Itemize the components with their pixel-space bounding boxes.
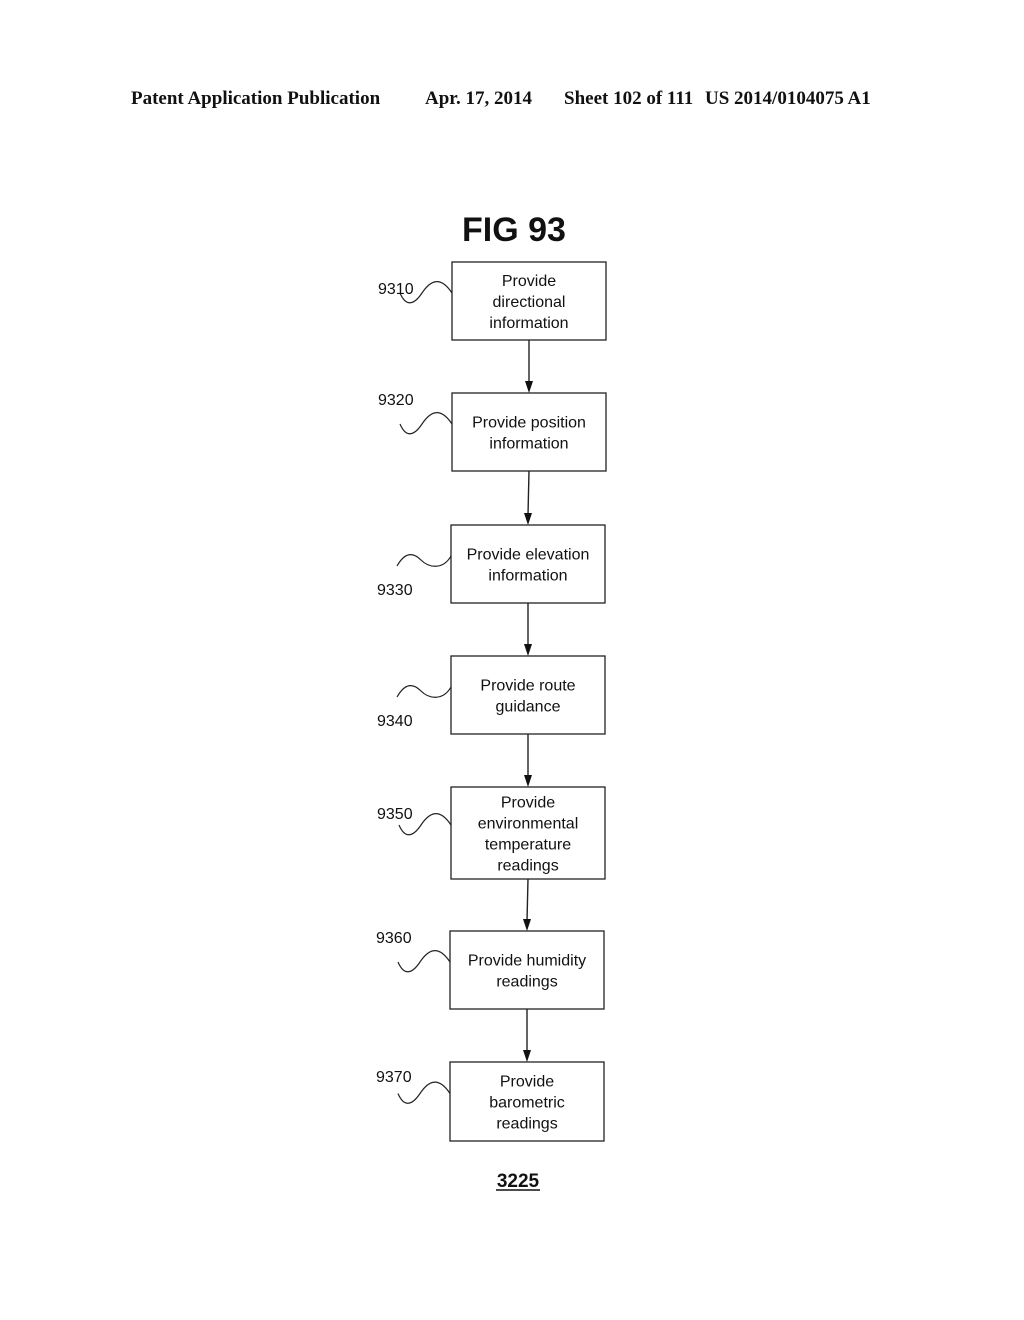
- flowchart-diagram: FIG 93 Provide directional information 9310…: [376, 211, 607, 1192]
- figure-reference: 3225: [496, 1171, 540, 1192]
- flowchart-step: Provide position information 9320: [378, 392, 607, 472]
- arrow-head-icon: [524, 775, 532, 787]
- process-box: [449, 930, 605, 1010]
- process-box-text: Provide: [501, 795, 555, 812]
- flowchart-step: Provide humidity readings 9360: [376, 930, 605, 1010]
- process-box-text: information: [489, 315, 568, 332]
- process-box-text: readings: [496, 974, 557, 991]
- arrow-head-icon: [523, 919, 531, 931]
- flowchart-step: Provide elevation information 9330: [377, 524, 606, 604]
- process-box-text: Provide elevation: [467, 547, 590, 564]
- arrow-shaft: [527, 470, 530, 516]
- leader-line: [397, 950, 451, 973]
- process-box-text: directional: [493, 294, 566, 311]
- flow-arrow: [523, 878, 531, 931]
- flowchart-step: Provide route guidance 9340: [377, 655, 606, 735]
- flow-arrow: [524, 734, 532, 787]
- leader-line: [399, 412, 453, 435]
- process-box-text: Provide position: [472, 415, 586, 432]
- step-reference-label: 9310: [378, 281, 414, 298]
- flow-arrow: [524, 470, 532, 525]
- process-box-text: readings: [497, 858, 558, 875]
- step-reference-label: 9350: [377, 806, 413, 823]
- flowchart-step: Provide barometric readings 9370: [376, 1061, 605, 1142]
- arrow-head-icon: [525, 381, 533, 393]
- step-reference-label: 9320: [378, 392, 414, 409]
- process-box-text: readings: [496, 1116, 557, 1133]
- process-box-text: barometric: [489, 1095, 565, 1112]
- flow-arrow: [524, 603, 532, 656]
- figure-title: FIG 93: [462, 211, 566, 249]
- process-box-text: guidance: [496, 699, 561, 716]
- arrow-head-icon: [524, 644, 532, 656]
- process-box-text: environmental: [478, 816, 579, 833]
- leader-line: [396, 554, 452, 567]
- process-box-text: information: [488, 568, 567, 585]
- step-reference-label: 9330: [377, 582, 413, 599]
- arrow-shaft: [526, 878, 529, 922]
- flow-arrow: [523, 1009, 531, 1062]
- process-box-text: temperature: [485, 837, 571, 854]
- leader-line: [396, 685, 452, 698]
- flowchart-steps: Providedirectionalinformation9310Provide…: [376, 261, 607, 1142]
- step-reference-label: 9370: [376, 1069, 412, 1086]
- flowchart-step: Provide environmental temperature readings 9…: [377, 786, 606, 880]
- process-box-text: Provide: [500, 1074, 554, 1091]
- process-box-text: Provide humidity: [468, 953, 586, 970]
- step-reference-label: 9360: [376, 930, 412, 947]
- flowchart-step: Provide directional information 9310: [378, 261, 607, 341]
- process-box: [450, 655, 606, 735]
- process-box-text: Provide: [502, 273, 556, 290]
- process-box-text: information: [489, 436, 568, 453]
- arrow-head-icon: [524, 513, 532, 525]
- flow-arrow: [525, 340, 533, 393]
- process-box-text: Provide route: [480, 678, 575, 695]
- figure-reference-number: 3225: [497, 1171, 540, 1192]
- process-box: [450, 524, 606, 604]
- process-box: [451, 392, 607, 472]
- step-reference-label: 9340: [377, 713, 413, 730]
- arrow-head-icon: [523, 1050, 531, 1062]
